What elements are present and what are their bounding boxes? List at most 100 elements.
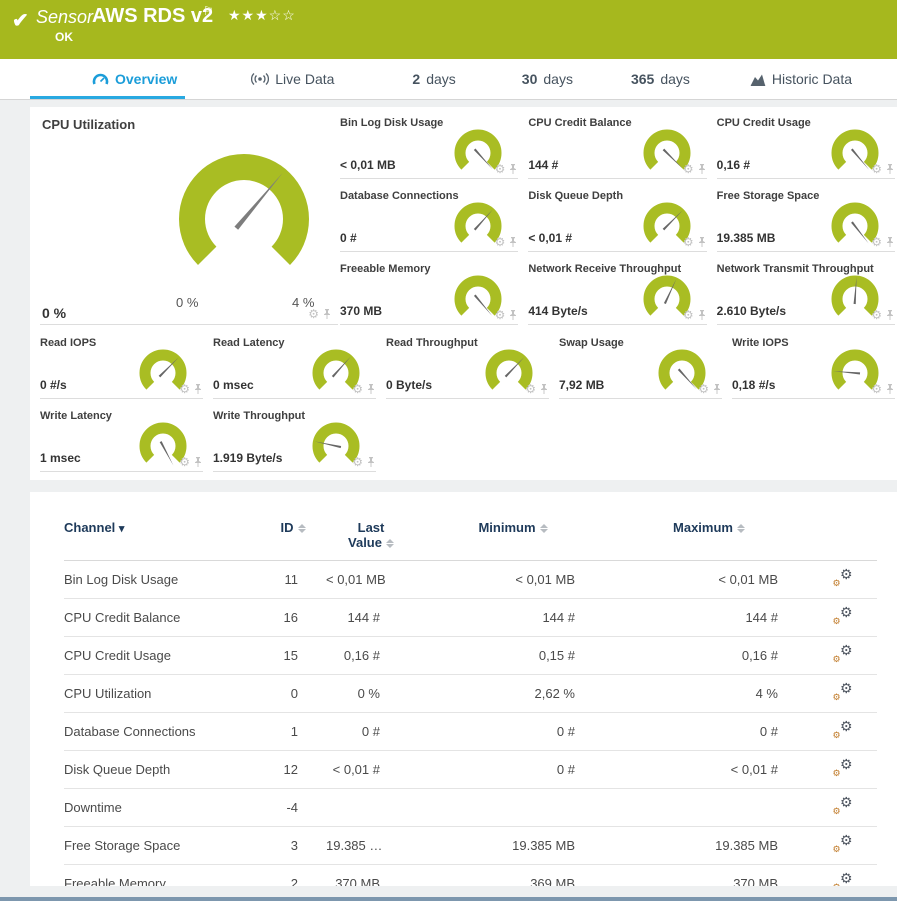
cell-channel-name: CPU Credit Usage <box>64 637 260 675</box>
tab-2-days[interactable]: 2 days <box>408 59 459 99</box>
pin-icon[interactable] <box>508 309 518 321</box>
gauge-title: Write Latency <box>40 410 112 422</box>
channel-settings-gear-icon[interactable]: ⚙ <box>495 163 506 175</box>
cell-id: 0 <box>260 675 326 713</box>
cell-edit: ⚙⚙ <box>808 865 877 887</box>
channel-settings-gear-icon[interactable]: ⚙ <box>352 456 363 468</box>
column-header-id[interactable]: ID <box>260 518 326 561</box>
pin-icon[interactable] <box>508 163 518 175</box>
cell-id: 3 <box>260 827 326 865</box>
channels-table: Channel ▾ ID Last Value Minimum Maximum <box>64 518 877 886</box>
channel-settings-gear-icon[interactable]: ⚙ <box>683 236 694 248</box>
header-label: Channel <box>64 520 115 535</box>
gauge-title: Read IOPS <box>40 337 96 349</box>
flag-icon[interactable]: ⚐ <box>203 4 214 18</box>
pin-icon[interactable] <box>885 163 895 175</box>
tab-label: days <box>426 71 456 87</box>
mini-gauge-grid-bottom: Read IOPS 0 #/s ⚙ Read Latency 0 msec ⚙ … <box>40 335 895 472</box>
status-ok-check-icon: ✔ <box>12 8 29 33</box>
channel-settings-gear-icon[interactable]: ⚙ <box>495 236 506 248</box>
tab-30-days[interactable]: 30 days <box>518 59 577 99</box>
pin-icon[interactable] <box>508 236 518 248</box>
sensor-name: AWS RDS v2 <box>92 5 213 28</box>
tab-label: days <box>660 71 690 87</box>
edit-channel-gears-icon[interactable]: ⚙⚙ <box>833 721 853 739</box>
edit-channel-gears-icon[interactable]: ⚙⚙ <box>833 607 853 625</box>
edit-channel-gears-icon[interactable]: ⚙⚙ <box>833 873 853 886</box>
channel-settings-gear-icon[interactable]: ⚙ <box>698 383 709 395</box>
cell-maximum: < 0,01 # <box>610 751 808 789</box>
cell-minimum: 0 # <box>416 751 610 789</box>
gauge-title: CPU Credit Balance <box>528 117 631 129</box>
pin-icon[interactable] <box>366 383 376 395</box>
gauge-value: 0,18 #/s <box>732 378 775 392</box>
tab-overview[interactable]: Overview <box>88 59 181 99</box>
pin-icon[interactable] <box>885 383 895 395</box>
edit-channel-gears-icon[interactable]: ⚙⚙ <box>833 683 853 701</box>
pin-icon[interactable] <box>539 383 549 395</box>
channel-settings-gear-icon[interactable]: ⚙ <box>871 236 882 248</box>
gauge-tile: Read Throughput 0 Byte/s ⚙ <box>386 335 549 399</box>
sort-icon <box>298 524 306 533</box>
column-header-minimum[interactable]: Minimum <box>416 518 610 561</box>
pin-icon[interactable] <box>697 309 707 321</box>
gauge-tile: Free Storage Space 19.385 MB ⚙ <box>717 188 895 252</box>
column-header-maximum[interactable]: Maximum <box>610 518 808 561</box>
cell-id: -4 <box>260 789 326 827</box>
tab-365-days[interactable]: 365 days <box>627 59 694 99</box>
header-label: Minimum <box>478 520 535 535</box>
channel-settings-gear-icon[interactable]: ⚙ <box>525 383 536 395</box>
table-row: Freeable Memory 2 370 MB 369 MB 370 MB ⚙… <box>64 865 877 887</box>
pin-icon[interactable] <box>193 456 203 468</box>
channel-settings-gear-icon[interactable]: ⚙ <box>871 309 882 321</box>
channel-settings-gear-icon[interactable]: ⚙ <box>871 383 882 395</box>
tab-label: days <box>543 71 573 87</box>
gauge-value: 0 % <box>42 305 66 321</box>
cell-minimum <box>416 789 610 827</box>
gauge-title: Disk Queue Depth <box>528 190 623 202</box>
header-label: Maximum <box>673 520 733 535</box>
pin-icon[interactable] <box>697 236 707 248</box>
pin-icon[interactable] <box>712 383 722 395</box>
table-row: CPU Credit Usage 15 0,16 # 0,15 # 0,16 #… <box>64 637 877 675</box>
channel-settings-gear-icon[interactable]: ⚙ <box>683 309 694 321</box>
pin-icon[interactable] <box>697 163 707 175</box>
pin-icon[interactable] <box>885 309 895 321</box>
cell-id: 16 <box>260 599 326 637</box>
cell-channel-name: Bin Log Disk Usage <box>64 561 260 599</box>
column-header-channel[interactable]: Channel ▾ <box>64 518 260 561</box>
edit-channel-gears-icon[interactable]: ⚙⚙ <box>833 835 853 853</box>
pin-icon[interactable] <box>885 236 895 248</box>
priority-stars[interactable]: ★★★☆☆ <box>228 7 296 24</box>
edit-channel-gears-icon[interactable]: ⚙⚙ <box>833 569 853 587</box>
column-header-last-value[interactable]: Last Value <box>326 518 416 561</box>
cell-channel-name: CPU Utilization <box>64 675 260 713</box>
tab-live-data[interactable]: Live Data <box>247 59 338 99</box>
edit-channel-gears-icon[interactable]: ⚙⚙ <box>833 759 853 777</box>
edit-channel-gears-icon[interactable]: ⚙⚙ <box>833 797 853 815</box>
channel-settings-gear-icon[interactable]: ⚙ <box>683 163 694 175</box>
cell-channel-name: Downtime <box>64 789 260 827</box>
gauge-value: 1 msec <box>40 451 81 465</box>
cell-edit: ⚙⚙ <box>808 561 877 599</box>
channel-settings-gear-icon[interactable]: ⚙ <box>871 163 882 175</box>
gauge-value: 0 msec <box>213 378 254 392</box>
tab-historic-data[interactable]: Historic Data <box>746 59 856 99</box>
pin-icon[interactable] <box>322 308 332 320</box>
channel-settings-gear-icon[interactable]: ⚙ <box>352 383 363 395</box>
channel-settings-gear-icon[interactable]: ⚙ <box>179 383 190 395</box>
pin-icon[interactable] <box>193 383 203 395</box>
cell-id: 15 <box>260 637 326 675</box>
pin-icon[interactable] <box>366 456 376 468</box>
channel-settings-gear-icon[interactable]: ⚙ <box>495 309 506 321</box>
gauge-value: 0 #/s <box>40 378 67 392</box>
gauge-title: CPU Credit Usage <box>717 117 811 129</box>
mini-gauge-grid-right: Bin Log Disk Usage < 0,01 MB ⚙ CPU Credi… <box>340 115 895 325</box>
gauge-value: 414 Byte/s <box>528 304 587 318</box>
channel-settings-gear-icon[interactable]: ⚙ <box>179 456 190 468</box>
cell-id: 2 <box>260 865 326 887</box>
cell-maximum: 0 # <box>610 713 808 751</box>
channel-settings-gear-icon[interactable]: ⚙ <box>308 308 319 320</box>
edit-channel-gears-icon[interactable]: ⚙⚙ <box>833 645 853 663</box>
cell-last-value <box>326 789 416 827</box>
